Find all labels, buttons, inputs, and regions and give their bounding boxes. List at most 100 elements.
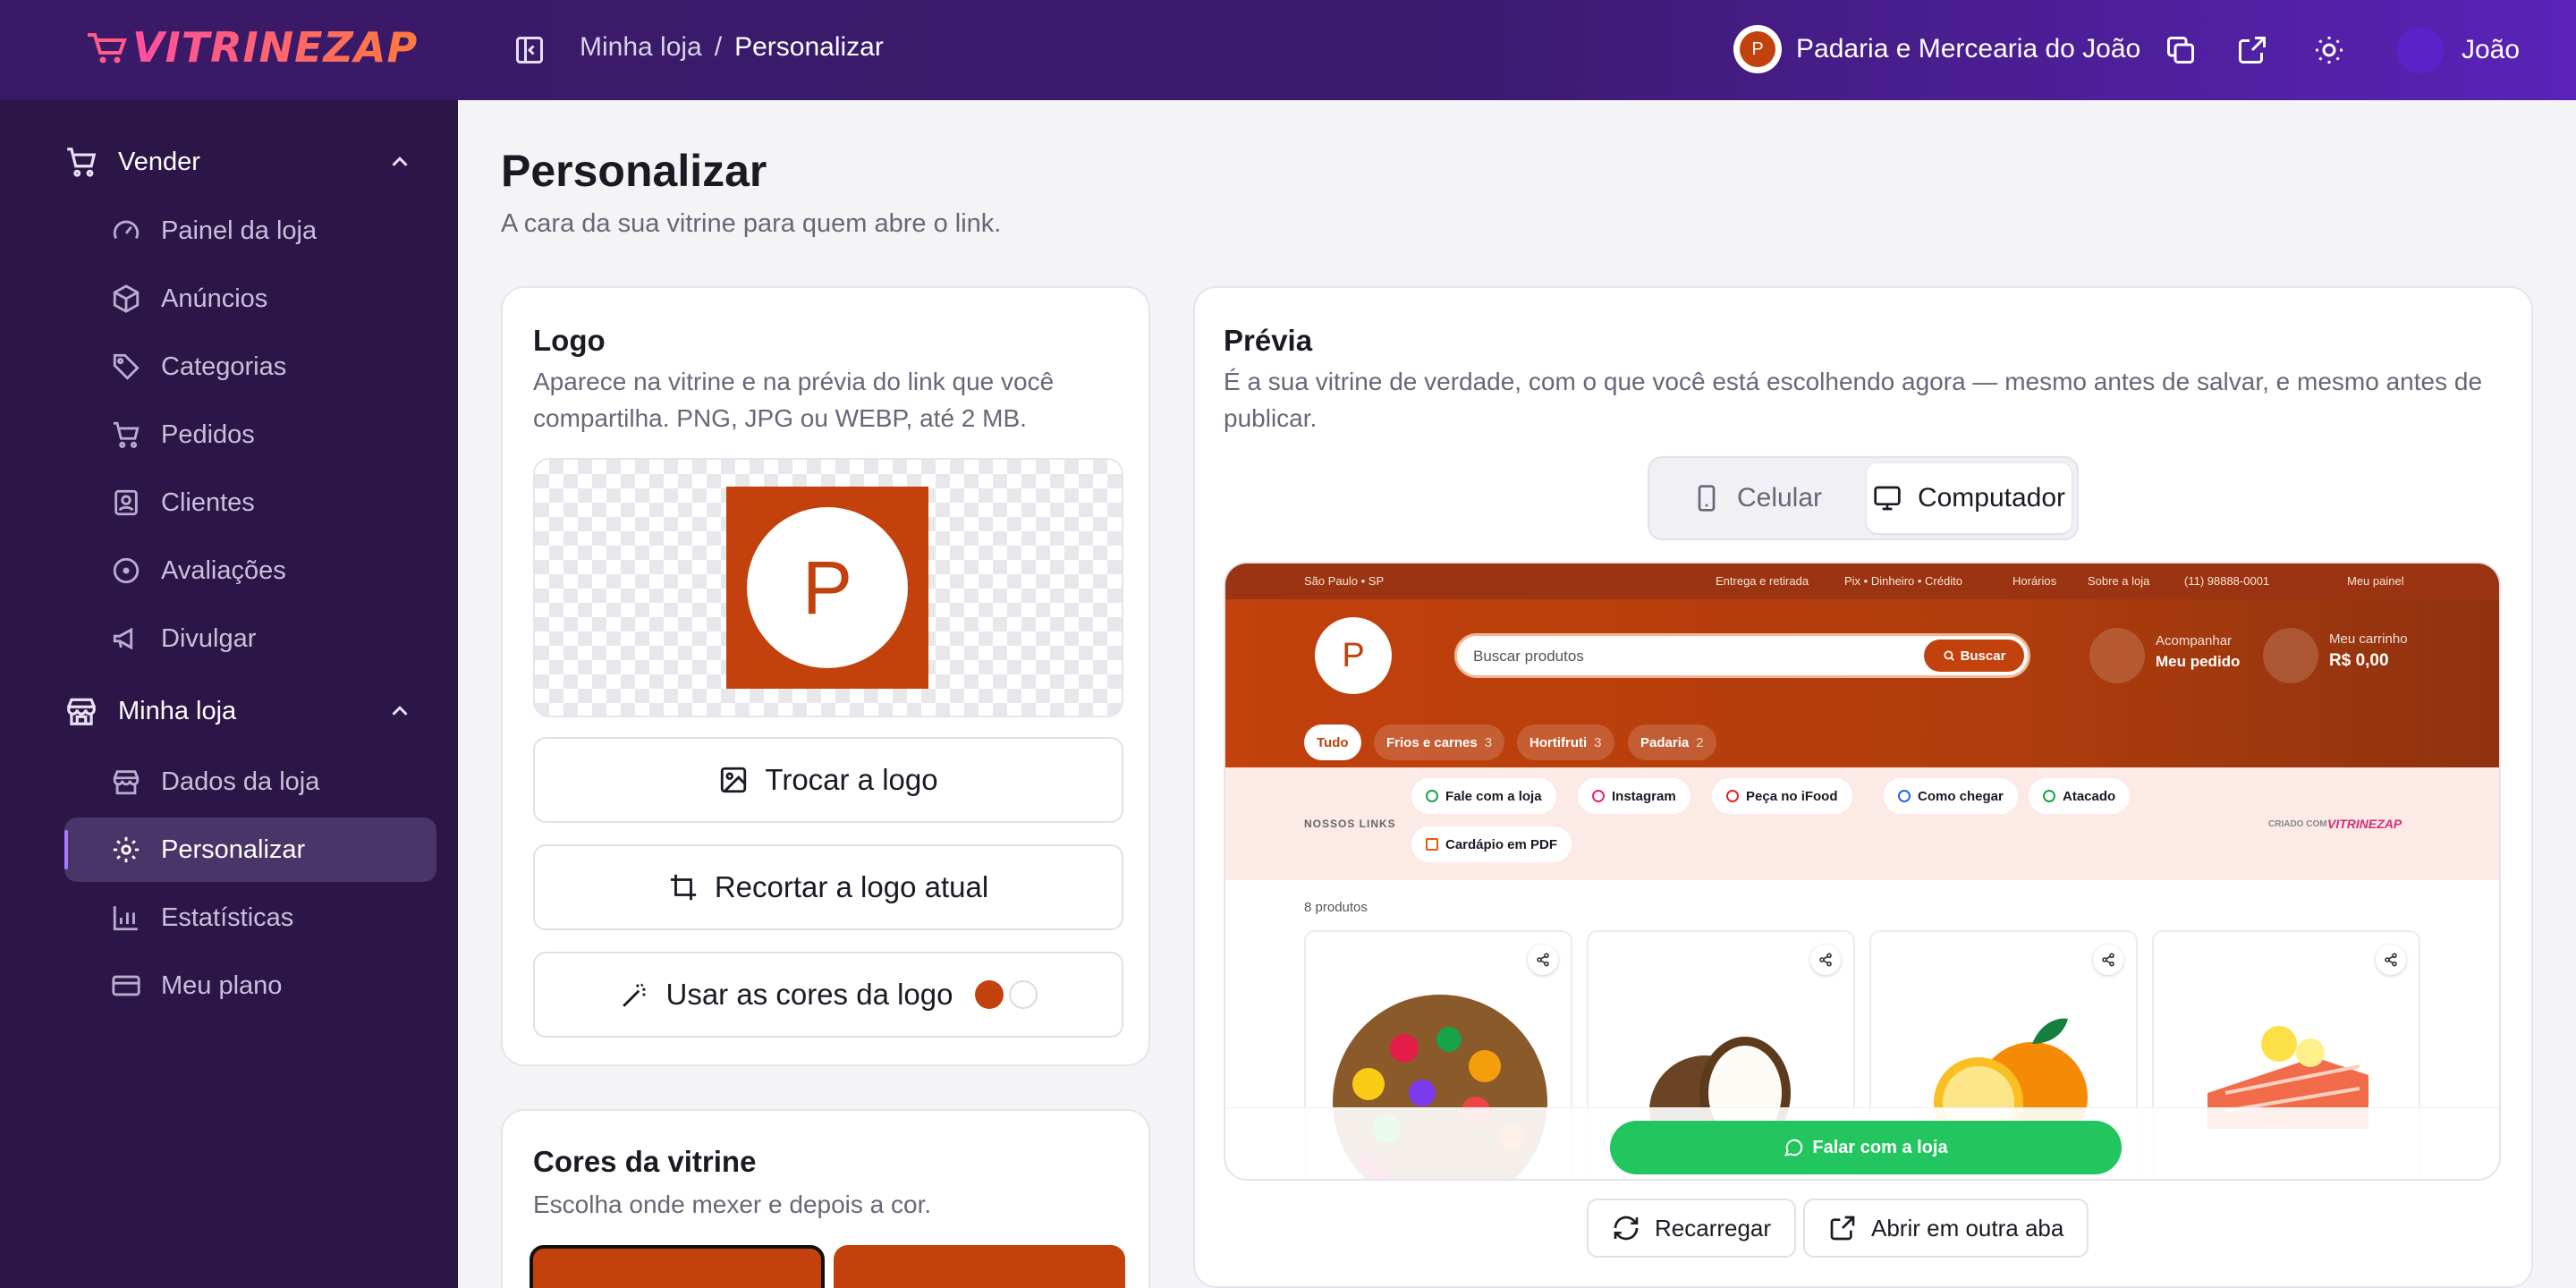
sidebar-item-divulgar[interactable]: Divulgar (64, 606, 436, 671)
user-menu[interactable]: João (2397, 27, 2520, 73)
sf-search[interactable]: Buscar produtos Buscar (1454, 633, 2030, 678)
crop-logo-label: Recortar a logo atual (714, 870, 989, 903)
sidebar-item-label: Meu plano (161, 970, 283, 1000)
sf-order-icon[interactable] (2089, 628, 2145, 683)
sf-category-pill[interactable]: Padaria 2 (1628, 724, 1716, 760)
open-new-tab-button[interactable]: Abrir em outra aba (1803, 1199, 2089, 1258)
smartphone-icon (1698, 485, 1716, 512)
breadcrumb-parent[interactable]: Minha loja (580, 32, 702, 63)
sf-link[interactable]: Atacado (2029, 778, 2131, 814)
share-icon[interactable] (1810, 945, 1841, 975)
logo-preview: P (533, 458, 1123, 717)
toggle-mobile[interactable]: Celular (1655, 463, 1860, 533)
share-icon[interactable] (1528, 945, 1558, 975)
sf-order-link[interactable]: Meu pedido (2156, 653, 2240, 671)
device-toggle: Celular Computador (1648, 456, 2079, 540)
reload-label: Recarregar (1655, 1214, 1772, 1241)
sidebar-item-label: Painel da loja (161, 216, 318, 245)
sidebar-group-vender[interactable]: Vender (64, 145, 408, 179)
megaphone-icon (113, 627, 133, 650)
credit-card-icon (112, 975, 140, 996)
reload-preview-button[interactable]: Recarregar (1587, 1199, 1797, 1258)
sf-link[interactable]: Como chegar (1884, 778, 2018, 814)
external-link-icon (1830, 1216, 1855, 1241)
copy-link-icon[interactable] (2165, 34, 2197, 66)
external-link-icon[interactable] (2236, 34, 2268, 66)
search-icon (1944, 650, 1954, 661)
sf-panel[interactable]: Meu painel (2347, 574, 2404, 588)
sidebar-group-minha-loja[interactable]: Minha loja (64, 694, 408, 728)
sidebar-item-label: Personalizar (161, 835, 306, 864)
sf-cart-small: Meu carrinho (2329, 631, 2408, 647)
sf-about[interactable]: Sobre a loja (2088, 574, 2149, 588)
sidebar-item-label: Divulgar (161, 623, 257, 653)
sf-phone[interactable]: (11) 98888-0001 (2184, 574, 2269, 588)
sidebar-item-dados-da-loja[interactable]: Dados da loja (64, 750, 436, 814)
sf-link[interactable]: Fale com a loja (1411, 778, 1556, 814)
sf-search-button[interactable]: Buscar (1924, 640, 2024, 672)
sf-category-pill[interactable]: Hortifruti 3 (1517, 724, 1614, 760)
logo-card-title: Logo (533, 324, 606, 357)
sidebar: Vender Painel da loja Anúncios Categoria… (0, 100, 458, 1288)
store-switcher[interactable]: P Padaria e Mercearia do João (1733, 25, 2140, 73)
store-icon (67, 698, 96, 725)
share-icon[interactable] (2093, 945, 2123, 975)
bar-chart-icon (113, 906, 138, 931)
sf-logo[interactable]: P (1315, 617, 1392, 694)
collapse-sidebar-icon[interactable] (513, 34, 546, 66)
sidebar-item-categorias[interactable]: Categorias (64, 335, 436, 399)
sidebar-item-label: Avaliações (161, 555, 286, 585)
sf-hours[interactable]: Horários (2012, 574, 2056, 588)
color-swatch-primary[interactable] (530, 1245, 825, 1288)
open-tab-label: Abrir em outra aba (1871, 1214, 2064, 1241)
sidebar-item-label: Categorias (161, 352, 287, 381)
sf-link[interactable]: Cardápio em PDF (1411, 826, 1572, 862)
use-logo-colors-button[interactable]: Usar as cores da logo (533, 952, 1123, 1038)
sf-cart-total[interactable]: R$ 0,00 (2329, 651, 2389, 671)
logo-color-dots (974, 980, 1038, 1009)
sf-delivery: Entrega e retirada (1716, 574, 1809, 588)
logo-color-primary (974, 980, 1004, 1009)
toggle-desktop[interactable]: Computador (1867, 463, 2072, 533)
sf-link[interactable]: Instagram (1578, 778, 1690, 814)
top-bar: VITRINEZAP Minha loja / Personalizar P P… (0, 0, 2576, 100)
sidebar-group-label: Vender (118, 147, 200, 176)
box-icon (113, 284, 140, 313)
share-icon[interactable] (2376, 945, 2406, 975)
breadcrumb-separator: / (714, 32, 723, 62)
sidebar-item-personalizar[interactable]: Personalizar (64, 818, 436, 882)
gear-icon (113, 836, 140, 863)
store-icon (113, 770, 140, 795)
chevron-up-icon[interactable] (386, 148, 413, 175)
user-avatar (2397, 27, 2444, 73)
colors-card-desc: Escolha onde mexer e depois a cor. (533, 1191, 932, 1218)
sidebar-item-clientes[interactable]: Clientes (64, 470, 436, 535)
sf-category-pill[interactable]: Frios e carnes 3 (1374, 724, 1505, 760)
storefront-preview-frame[interactable]: São Paulo • SP Entrega e retirada Pix • … (1224, 562, 2501, 1181)
chevron-up-icon[interactable] (386, 698, 413, 724)
logo-color-secondary (1008, 980, 1038, 1009)
sf-category-pill[interactable]: Tudo (1304, 724, 1361, 760)
sidebar-item-estatisticas[interactable]: Estatísticas (64, 886, 436, 950)
sf-whatsapp-button[interactable]: Falar com a loja (1610, 1121, 2122, 1174)
image-edit-icon (721, 767, 747, 793)
use-logo-colors-label: Usar as cores da logo (665, 978, 953, 1011)
change-logo-button[interactable]: Trocar a logo (533, 737, 1123, 823)
sidebar-item-anuncios[interactable]: Anúncios (64, 267, 436, 331)
sidebar-item-avaliacoes[interactable]: Avaliações (64, 538, 436, 603)
brand-logo[interactable]: VITRINEZAP (86, 23, 418, 72)
sidebar-item-painel[interactable]: Painel da loja (64, 199, 436, 263)
sun-icon[interactable] (2313, 34, 2345, 66)
store-name: Padaria e Mercearia do João (1796, 34, 2141, 64)
sf-bottom-bar: Falar com a loja (1225, 1107, 2499, 1179)
cart-icon (113, 421, 140, 448)
magic-wand-icon (622, 983, 645, 1007)
sf-link[interactable]: Peça no iFood (1712, 778, 1852, 814)
sidebar-item-pedidos[interactable]: Pedidos (64, 402, 436, 467)
sidebar-group-label: Minha loja (118, 696, 237, 725)
sf-cart-icon[interactable] (2263, 628, 2318, 683)
crop-logo-button[interactable]: Recortar a logo atual (533, 844, 1123, 930)
sidebar-item-meu-plano[interactable]: Meu plano (64, 953, 436, 1018)
color-swatch-secondary[interactable] (834, 1245, 1125, 1288)
sf-created-brand[interactable]: VITRINEZAP (2327, 817, 2402, 831)
